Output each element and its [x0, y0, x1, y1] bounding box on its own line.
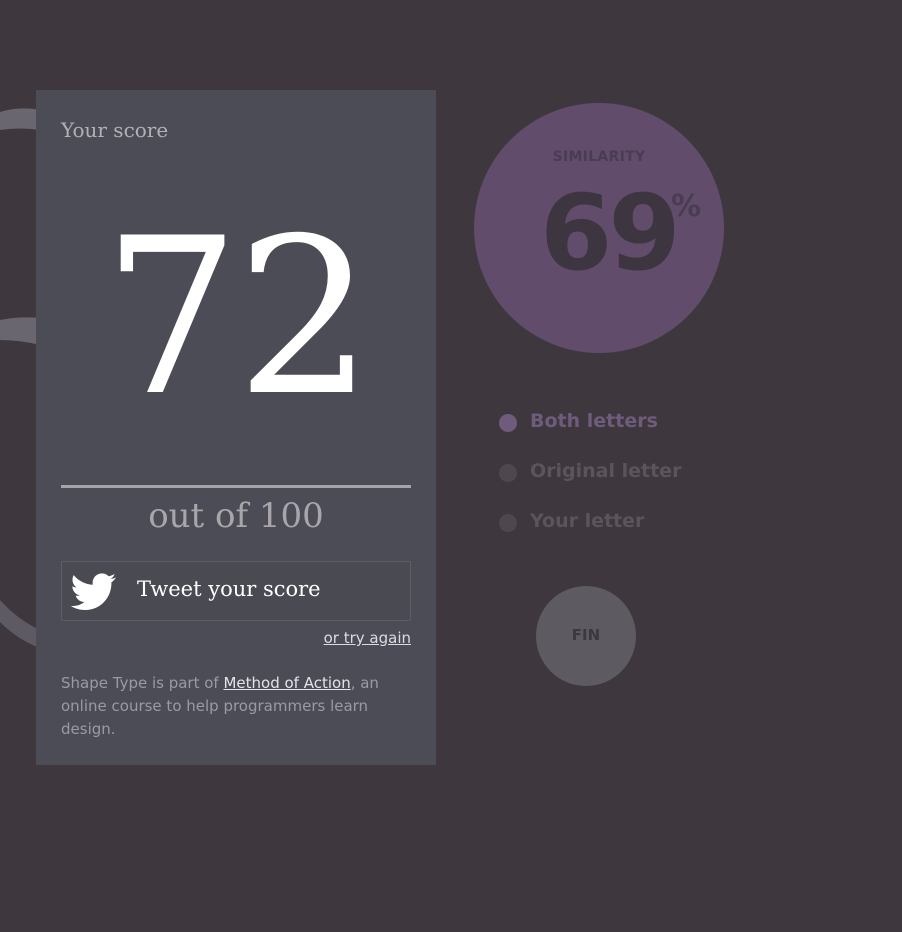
method-of-action-link[interactable]: Method of Action — [223, 674, 350, 692]
footer-prefix: Shape Type is part of — [61, 674, 224, 692]
tweet-score-label: Tweet your score — [137, 577, 321, 601]
similarity-percent-sign: % — [671, 189, 702, 224]
similarity-value: 69 — [540, 172, 681, 294]
app-stage: Your score 72 out of 100 Tweet your scor… — [0, 0, 902, 932]
option-label: Both letters — [530, 410, 658, 432]
tweet-score-button[interactable]: Tweet your score — [61, 561, 411, 621]
score-divider — [61, 485, 411, 488]
score-value: 72 — [102, 192, 374, 443]
twitter-bird-icon — [70, 573, 116, 610]
footer-text: Shape Type is part of Method of Action, … — [61, 672, 411, 741]
similarity-circle: SIMILARITY 69 % — [474, 103, 724, 353]
similarity-label: SIMILARITY — [552, 149, 646, 165]
score-card: Your score 72 out of 100 Tweet your scor… — [36, 90, 436, 765]
radio-dot-icon — [499, 514, 517, 532]
fin-label: FIN — [571, 626, 601, 644]
score-out-of: out of 100 — [148, 496, 324, 536]
try-again-link[interactable]: or try again — [324, 629, 411, 647]
radio-dot-icon — [499, 464, 517, 482]
option-label: Original letter — [530, 460, 682, 482]
radio-dot-icon — [499, 414, 517, 432]
option-label: Your letter — [530, 510, 645, 532]
fin-button[interactable]: FIN — [536, 586, 636, 686]
score-heading: Your score — [61, 118, 169, 142]
